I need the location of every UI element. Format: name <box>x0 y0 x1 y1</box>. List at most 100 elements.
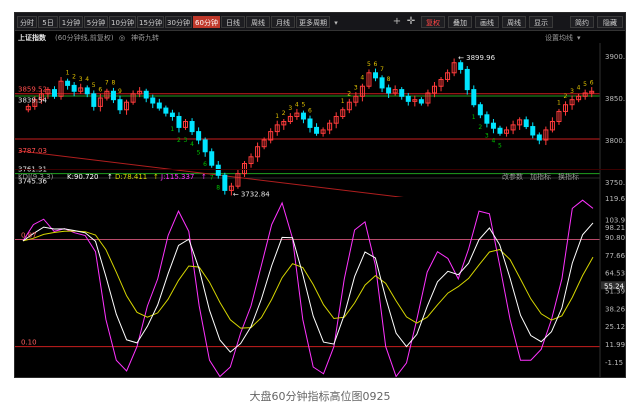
nine-turn-count: 3 <box>184 137 188 144</box>
index-title: 上证指数 <box>18 34 46 42</box>
nine-turn-count: 4 <box>577 85 581 92</box>
ma-settings-button[interactable]: 设置均线 <box>545 34 573 43</box>
candle-body <box>91 93 97 107</box>
stock-chart-window: 分时 5日 1分钟 5分钟 10分钟 15分钟 30分钟 60分钟 日线 周线 … <box>14 12 626 378</box>
price-axis-label: 3900.00 <box>605 53 626 61</box>
nine-turn-count: 2 <box>177 137 181 144</box>
price-level-label: 3859.52 <box>18 85 47 93</box>
price-axis-label: 3850.00 <box>605 95 626 103</box>
nine-turn-count: 3 <box>79 76 83 83</box>
indicator-name[interactable]: 神奇九转 <box>131 34 159 43</box>
period-tab-daily[interactable]: 日线 <box>221 16 245 28</box>
candle-body <box>484 114 490 124</box>
nine-turn-count: 1 <box>341 98 345 105</box>
draw-line-button[interactable]: 画线 <box>475 16 499 28</box>
nine-turn-count: 1 <box>66 69 70 76</box>
candle-body <box>51 89 57 97</box>
period-tab-60min[interactable]: 60分钟 <box>193 16 220 28</box>
kdj-axis-label: 25.12 <box>605 323 625 331</box>
period-tab-30min[interactable]: 30分钟 <box>165 16 192 28</box>
nine-turn-count: 6 <box>98 86 102 93</box>
candle-body <box>399 89 405 97</box>
kdj-axis-label: 38.26 <box>605 305 626 313</box>
nine-turn-count: 3 <box>485 133 489 140</box>
candle-body <box>110 90 116 101</box>
simple-button[interactable]: 简约 <box>570 16 594 28</box>
kdj-j-line <box>22 199 594 377</box>
nine-turn-count: 5 <box>583 81 587 88</box>
nine-turn-count: 4 <box>491 138 495 145</box>
candle-body <box>300 112 306 120</box>
price-axis-label: 3800.00 <box>605 137 626 145</box>
candle-body <box>471 89 477 106</box>
candle-body <box>169 112 175 117</box>
candle-body <box>156 102 162 109</box>
candle-body <box>536 134 542 141</box>
nine-turn-count: 5 <box>197 149 201 156</box>
plus-icon[interactable]: + <box>391 15 403 29</box>
period-tab-weekly[interactable]: 周线 <box>246 16 270 28</box>
nine-turn-count: 8 <box>387 76 391 83</box>
nine-turn-count: 3 <box>354 85 358 92</box>
price-level-label: 3787.03 <box>18 147 47 155</box>
kdj-axis-label: 90.80 <box>605 234 625 242</box>
panel-divider <box>15 169 625 170</box>
crosshair-icon[interactable]: ✛ <box>405 15 417 29</box>
kdj-axis-label: 11.99 <box>605 341 625 349</box>
period-tab-15min[interactable]: 15分钟 <box>137 16 164 28</box>
chevron-down-icon[interactable]: ▾ <box>577 34 581 43</box>
period-tab-intraday[interactable]: 分时 <box>17 16 37 28</box>
high-marker-arrow: ← <box>458 54 464 62</box>
nine-turn-count: 4 <box>360 75 364 82</box>
nine-turn-count: 7 <box>380 66 384 73</box>
candle-body <box>143 90 149 99</box>
indicator-icon[interactable]: ◎ <box>119 34 125 43</box>
price-level-label: 3839.54 <box>18 97 47 105</box>
candle-body <box>418 99 424 104</box>
nine-turn-count: 5 <box>367 61 371 68</box>
candle-body <box>490 122 496 129</box>
display-button[interactable]: 显示 <box>529 16 553 28</box>
candle-body <box>379 77 385 89</box>
kdj-indicator-chart: 119.64103.9498.2190.8077.6664.5355.2451.… <box>15 181 626 377</box>
adjust-button[interactable]: 复权 <box>421 16 445 28</box>
kdj-level-label: 0.87 <box>21 232 37 240</box>
period-tab-5day[interactable]: 5日 <box>38 16 58 28</box>
candle-body <box>464 68 470 91</box>
period-tab-monthly[interactable]: 月线 <box>271 16 295 28</box>
kdj-axis-label: -1.15 <box>605 359 623 367</box>
nine-turn-count: 9 <box>118 88 122 95</box>
nine-turn-count: 1 <box>472 114 476 121</box>
candle-body <box>71 84 77 92</box>
weekly-button[interactable]: 周线 <box>502 16 526 28</box>
kdj-level-label: 0.10 <box>21 339 37 347</box>
nine-turn-count: 3 <box>570 88 574 95</box>
nine-turn-count: 5 <box>301 101 305 108</box>
candle-body <box>189 121 195 133</box>
kdj-axis-label: 51.39 <box>605 288 625 296</box>
candle-body <box>176 115 182 128</box>
chevron-down-icon[interactable]: ▾ <box>330 16 342 30</box>
candle-body <box>458 62 464 70</box>
nine-turn-count: 6 <box>308 107 312 114</box>
nine-turn-count: 2 <box>72 74 76 81</box>
nine-turn-count: 4 <box>85 76 89 83</box>
kdj-axis-label: 98.21 <box>605 224 625 232</box>
overlay-button[interactable]: 叠加 <box>448 16 472 28</box>
candle-body <box>215 164 221 176</box>
period-tab-5min[interactable]: 5分钟 <box>84 16 108 28</box>
nine-turn-count: 2 <box>478 124 482 131</box>
period-tab-1min[interactable]: 1分钟 <box>59 16 83 28</box>
hide-button[interactable]: 隐藏 <box>597 16 623 28</box>
candle-body <box>84 87 90 95</box>
candle-body <box>117 99 123 111</box>
candle-body <box>530 126 536 136</box>
nine-turn-count: 2 <box>282 110 286 117</box>
kdj-axis-label: 119.64 <box>605 195 626 203</box>
bottom-scrollbar[interactable] <box>15 377 626 378</box>
candle-body <box>386 87 392 94</box>
candle-body <box>209 151 215 166</box>
more-periods-dropdown[interactable]: 更多周期 <box>296 16 330 28</box>
candle-body <box>523 119 529 128</box>
period-tab-10min[interactable]: 10分钟 <box>109 16 136 28</box>
